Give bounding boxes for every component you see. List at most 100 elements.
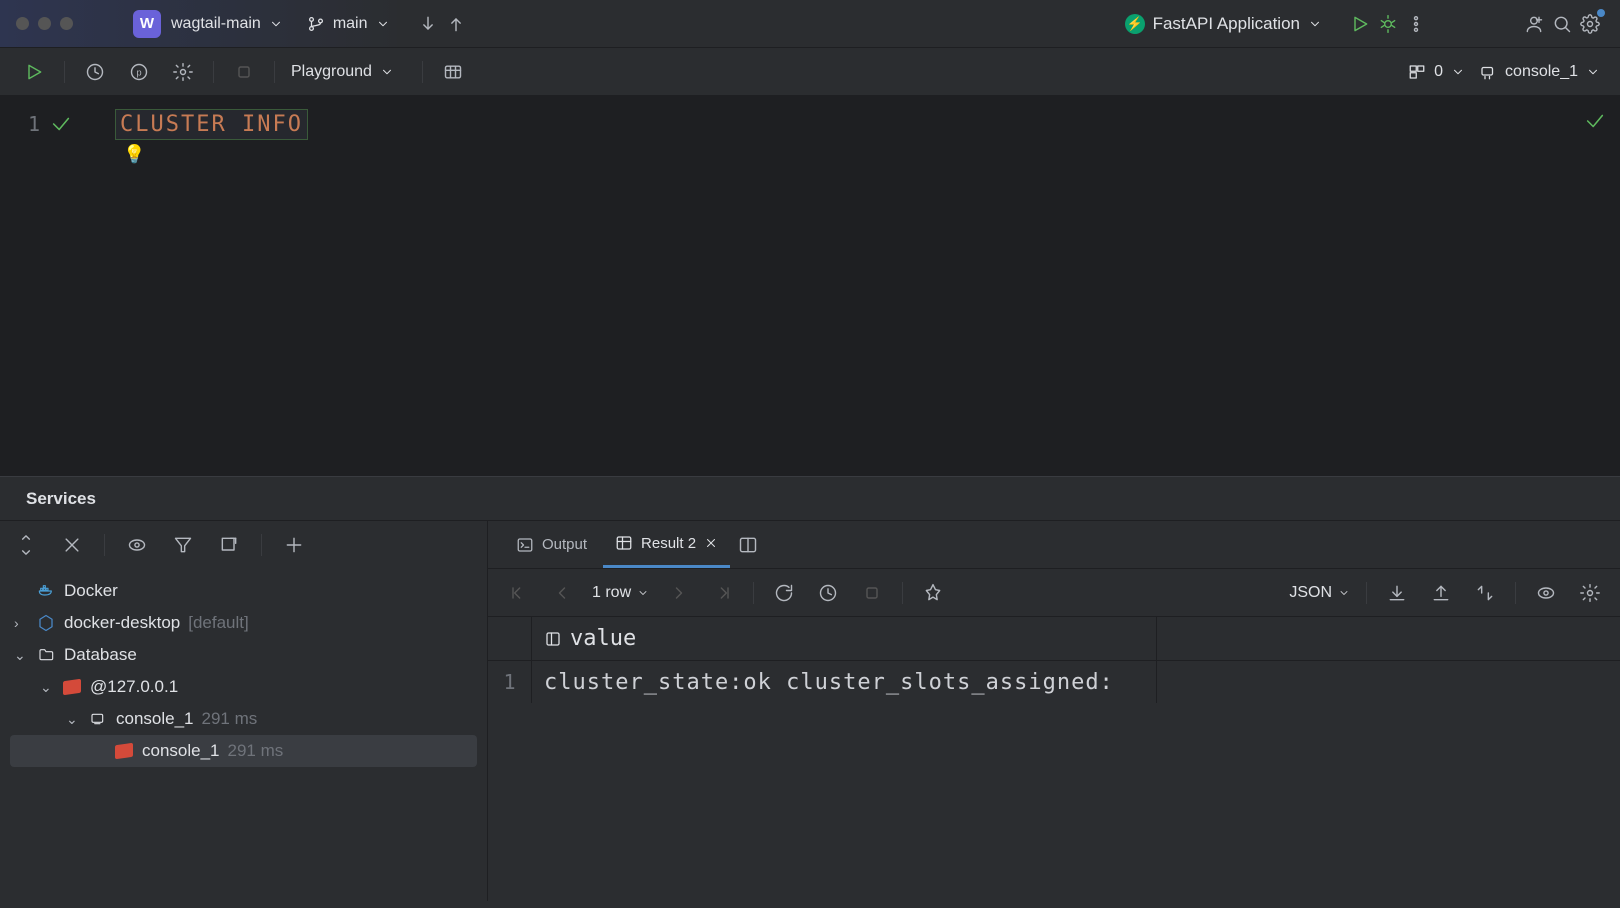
collab-button[interactable] [1520,10,1548,38]
chevron-down-icon [1451,65,1465,79]
terminal-icon [516,536,534,554]
tree-item-console[interactable]: ⌄ console_1 291 ms [10,703,477,735]
reload-button[interactable] [770,579,798,607]
add-button[interactable] [280,531,308,559]
chevron-down-icon [1338,587,1350,599]
minimize-dot[interactable] [38,17,51,30]
chevron-down-icon [269,17,283,31]
chevron-right-icon: › [14,615,28,631]
inspection-status-icon[interactable] [1584,110,1606,136]
branch-name: main [333,15,368,33]
open-new-tab-button[interactable] [215,531,243,559]
fastapi-icon: ⚡ [1125,14,1145,34]
branch-dropdown[interactable]: main [307,15,390,33]
cell-value[interactable]: cluster_state:ok cluster_slots_assigned: [532,661,1157,703]
chevron-down-icon: ⌄ [66,711,80,728]
column-icon [544,630,562,648]
settings-button[interactable] [1576,10,1604,38]
project-dropdown[interactable]: wagtail-main [171,15,283,33]
sessions-dropdown[interactable]: 0 [1408,63,1465,81]
expand-collapse-button[interactable] [12,531,40,559]
outgoing-changes-button[interactable] [442,10,470,38]
check-icon [50,113,72,135]
table-view-button[interactable] [439,58,467,86]
tree-item-db-host[interactable]: ⌄ @127.0.0.1 [10,671,477,703]
column-header[interactable]: value [532,617,1157,660]
line-number: 1 [28,112,40,136]
close-all-button[interactable] [58,531,86,559]
services-panel: Services Docker [0,476,1620,901]
gutter: 1 [0,96,115,476]
tab-result[interactable]: Result 2 [603,521,730,568]
playground-icon-button[interactable]: p [125,58,153,86]
table-row[interactable]: 1 cluster_state:ok cluster_slots_assigne… [488,661,1620,703]
upload-button[interactable] [1427,579,1455,607]
split-button[interactable] [734,531,762,559]
show-button[interactable] [123,531,151,559]
sessions-icon [1408,63,1426,81]
execute-button[interactable] [20,58,48,86]
result-table[interactable]: value 1 cluster_state:ok cluster_slots_a… [488,617,1620,703]
next-page-button[interactable] [665,579,693,607]
tree-item-console-selected[interactable]: console_1 291 ms [10,735,477,767]
prev-page-button[interactable] [548,579,576,607]
search-button[interactable] [1548,10,1576,38]
intention-bulb-icon[interactable]: 💡 [123,144,145,165]
filter-button[interactable] [169,531,197,559]
view-button[interactable] [1532,579,1560,607]
kubernetes-icon [36,614,56,632]
chevron-down-icon [376,17,390,31]
run-config-label: FastAPI Application [1153,14,1300,34]
compare-button[interactable] [1471,579,1499,607]
close-dot[interactable] [16,17,29,30]
services-toolbar [0,521,487,569]
result-settings-button[interactable] [1576,579,1604,607]
maximize-dot[interactable] [60,17,73,30]
pin-button[interactable] [919,579,947,607]
auto-reload-button[interactable] [814,579,842,607]
titlebar: W wagtail-main main ⚡ FastAPI Applicatio… [0,0,1620,48]
code-editor[interactable]: 1 CLUSTER INFO 💡 [0,96,1620,476]
window-controls[interactable] [16,17,73,30]
playground-dropdown[interactable]: Playground [291,63,394,81]
chevron-down-icon [380,65,394,79]
branch-icon [307,15,325,33]
result-tabs: Output Result 2 [488,521,1620,569]
run-button[interactable] [1346,10,1374,38]
panel-title[interactable]: Services [0,477,1620,521]
close-icon[interactable] [704,536,718,550]
incoming-changes-button[interactable] [414,10,442,38]
stop-button[interactable] [230,58,258,86]
first-page-button[interactable] [504,579,532,607]
results-pane: Output Result 2 1 row [488,521,1620,901]
tree-item-docker-desktop[interactable]: › docker-desktop [default] [10,607,477,639]
project-badge: W [133,10,161,38]
code-text: CLUSTER INFO [115,109,308,140]
project-name: wagtail-main [171,15,261,33]
chevron-down-icon [1586,65,1600,79]
row-count-dropdown[interactable]: 1 row [592,584,649,602]
chevron-down-icon: ⌄ [40,679,54,696]
row-number: 1 [488,661,532,703]
datasource-dropdown[interactable]: console_1 [1479,63,1600,81]
services-tree[interactable]: Docker › docker-desktop [default] ⌄ Data… [0,569,487,773]
more-button[interactable] [1402,10,1430,38]
chevron-down-icon: ⌄ [14,647,28,664]
table-header: value [488,617,1620,661]
last-page-button[interactable] [709,579,737,607]
run-config-dropdown[interactable]: ⚡ FastAPI Application [1125,14,1322,34]
download-button[interactable] [1383,579,1411,607]
result-toolbar: 1 row JSON [488,569,1620,617]
redis-icon [62,680,82,694]
format-dropdown[interactable]: JSON [1289,584,1350,602]
console-icon [88,711,108,727]
history-button[interactable] [81,58,109,86]
cancel-button[interactable] [858,579,886,607]
tree-item-database[interactable]: ⌄ Database [10,639,477,671]
tree-item-docker[interactable]: Docker [10,575,477,607]
tab-output[interactable]: Output [504,521,599,568]
debug-button[interactable] [1374,10,1402,38]
datasource-icon [1479,63,1497,81]
chevron-down-icon [637,587,649,599]
config-button[interactable] [169,58,197,86]
